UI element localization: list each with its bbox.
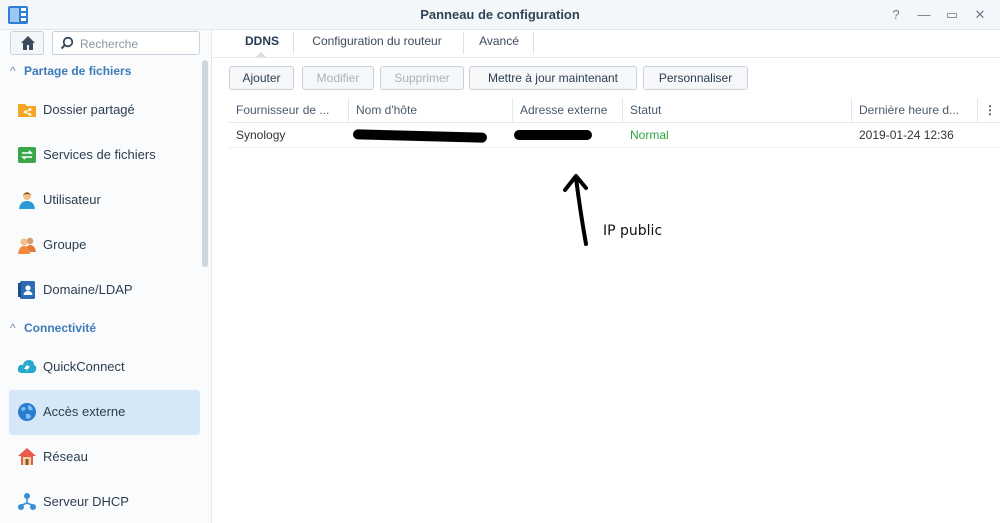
file-services-icon: [18, 147, 36, 163]
window-title: Panneau de configuration: [420, 7, 580, 22]
sidebar-item-quickconnect[interactable]: QuickConnect: [9, 345, 200, 390]
sidebar-item-label: Dossier partagé: [43, 102, 135, 117]
section-label: Connectivité: [24, 321, 97, 335]
sidebar-item-label: Services de fichiers: [43, 147, 156, 162]
table-row[interactable]: Synology Normal 2019-01-24 12:36: [229, 123, 1000, 148]
tab-separator: [533, 32, 534, 54]
chevron-up-icon: ^: [10, 321, 16, 335]
column-header-hostname[interactable]: Nom d'hôte: [349, 98, 513, 123]
control-panel-window: Panneau de configuration ? — ▭ ✕ Recherc…: [0, 0, 1000, 523]
sidebar-item-domain-ldap[interactable]: Domaine/LDAP: [9, 268, 200, 313]
delete-button[interactable]: Supprimer: [380, 66, 464, 90]
shared-folder-icon: [18, 104, 36, 117]
quickconnect-icon: [17, 360, 37, 373]
external-access-icon: [18, 403, 36, 421]
network-icon: [18, 448, 36, 465]
sidebar-item-label: Réseau: [43, 449, 88, 464]
cell-last-update: 2019-01-24 12:36: [859, 128, 954, 142]
column-header-provider[interactable]: Fournisseur de ...: [229, 98, 349, 123]
maximize-button[interactable]: ▭: [940, 5, 964, 25]
edit-button[interactable]: Modifier: [302, 66, 374, 90]
sidebar-item-label: Accès externe: [43, 404, 126, 419]
sidebar-item-label: Utilisateur: [43, 192, 101, 207]
tab-separator: [463, 32, 464, 54]
section-file-sharing[interactable]: ^ Partage de fichiers: [10, 64, 131, 78]
title-bar: Panneau de configuration ? — ▭ ✕: [0, 0, 1000, 30]
minimize-button[interactable]: —: [912, 5, 936, 25]
tab-advanced[interactable]: Avancé: [471, 34, 527, 56]
sidebar-item-group[interactable]: Groupe: [9, 223, 200, 268]
column-menu-icon[interactable]: ⋮: [978, 98, 1000, 123]
domain-ldap-icon: [18, 281, 35, 299]
dhcp-server-icon: [18, 493, 36, 510]
search-icon: [60, 36, 74, 50]
section-connectivity[interactable]: ^ Connectivité: [10, 321, 96, 335]
cell-provider: Synology: [236, 128, 286, 142]
table-header: Fournisseur de ... Nom d'hôte Adresse ex…: [229, 98, 1000, 123]
sidebar-item-external-access[interactable]: Accès externe: [9, 390, 200, 435]
annotation-arrow: [563, 174, 588, 246]
update-now-button[interactable]: Mettre à jour maintenant: [469, 66, 637, 90]
customize-button[interactable]: Personnaliser: [643, 66, 748, 90]
sidebar-item-shared-folder[interactable]: Dossier partagé: [9, 88, 200, 133]
sidebar-item-dhcp-server[interactable]: Serveur DHCP: [9, 480, 200, 523]
redaction-mark: [352, 129, 488, 143]
tab-divider: [213, 57, 1000, 58]
search-field[interactable]: Recherche: [52, 31, 200, 55]
redaction-mark: [514, 130, 592, 140]
cell-status: Normal: [630, 128, 669, 142]
tab-separator: [293, 32, 294, 54]
sidebar-item-user[interactable]: Utilisateur: [9, 178, 200, 223]
chevron-up-icon: ^: [10, 64, 16, 78]
group-icon: [18, 237, 36, 254]
home-icon: [21, 36, 35, 50]
sidebar-item-label: Serveur DHCP: [43, 494, 129, 509]
sidebar-item-file-services[interactable]: Services de fichiers: [9, 133, 200, 178]
section-label: Partage de fichiers: [24, 64, 132, 78]
user-icon: [19, 192, 35, 209]
sidebar-item-label: Domaine/LDAP: [43, 282, 133, 297]
home-button[interactable]: [10, 31, 44, 55]
help-button[interactable]: ?: [884, 5, 908, 25]
annotation-label: IP public: [603, 223, 663, 239]
sidebar-item-label: Groupe: [43, 237, 87, 252]
sidebar-item-network[interactable]: Réseau: [9, 435, 200, 480]
close-button[interactable]: ✕: [968, 5, 992, 25]
tab-router-config[interactable]: Configuration du routeur: [301, 34, 453, 56]
search-placeholder: Recherche: [80, 37, 139, 51]
column-header-status[interactable]: Statut: [623, 98, 852, 123]
main-panel: DDNS Configuration du routeur Avancé Ajo…: [213, 30, 1000, 523]
sidebar-item-label: QuickConnect: [43, 359, 125, 374]
column-header-external-address[interactable]: Adresse externe: [513, 98, 623, 123]
sidebar-scrollbar[interactable]: [202, 60, 208, 267]
tab-bar: DDNS Configuration du routeur Avancé: [213, 30, 1000, 58]
sidebar: Recherche ^ Partage de fichiers Dossier p…: [0, 30, 212, 523]
add-button[interactable]: Ajouter: [229, 66, 294, 90]
column-header-last-update[interactable]: Dernière heure d...: [852, 98, 978, 123]
